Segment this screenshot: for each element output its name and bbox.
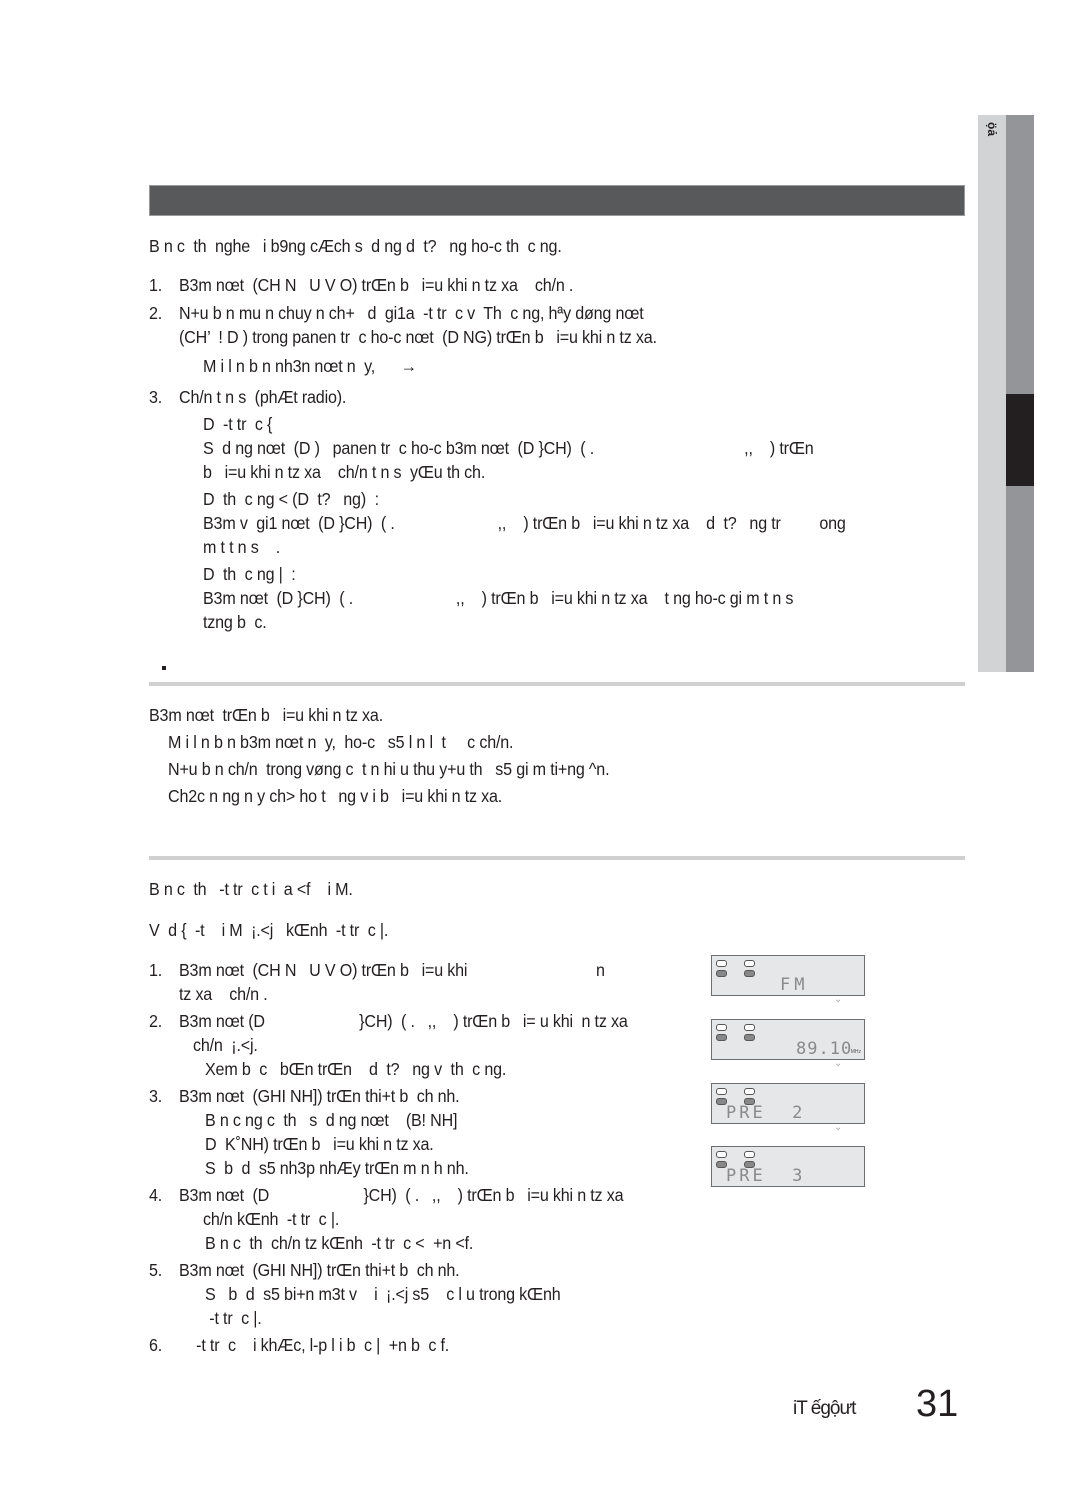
indicator-icon: [716, 960, 727, 967]
preset-step-1-number: 1.: [149, 960, 163, 980]
preset-step-2-line1: B3m nœt (D }CH) ( . ,, ) trŒn b i= u khi…: [179, 1011, 628, 1031]
lcd-text: PRE 3: [726, 1166, 806, 1186]
preset-step-4-note: B n c th ch/n tz kŒnh -t tr c < +n <f.: [205, 1233, 474, 1253]
indicator-icon: [716, 1034, 727, 1041]
lcd-display-preset-2: PRE 2: [711, 1083, 865, 1124]
indicator-icon: [716, 1024, 727, 1031]
indicator-icon: [744, 1034, 755, 1041]
preset-step-6-number: 6.: [149, 1335, 163, 1355]
mono-stereo-note-2: N+u b n ch/n trong vøng c t n hi u thu y…: [168, 759, 610, 779]
step-1-number: 1.: [149, 275, 163, 295]
preset-step-5-note-2: -t tr c |.: [205, 1308, 262, 1328]
arrow-down-icon: ⌄: [834, 1122, 843, 1133]
section-divider-2: [149, 856, 965, 860]
page-number: 31: [916, 1383, 959, 1425]
indicator-icon: [716, 1088, 727, 1095]
tune-preset-label: D -t tr c {: [203, 414, 273, 434]
preset-step-4-line2: ch/n kŒnh -t tr c |.: [203, 1209, 340, 1229]
preset-step-2-note: Xem b c bŒn trŒn d t? ng v th c ng.: [205, 1059, 507, 1079]
preset-step-4-number: 4.: [149, 1185, 163, 1205]
indicator-icon: [716, 970, 727, 977]
preset-step-2-number: 2.: [149, 1011, 163, 1031]
tune-auto-text-2: m t t n s .: [203, 537, 281, 557]
arrow-down-icon: ⌄: [834, 1058, 843, 1069]
section-header-bar: [149, 185, 965, 216]
lcd-text: PRE 2: [726, 1103, 806, 1123]
preset-step-3-note-1: B n c ng c th s d ng nœt (B! NH]: [205, 1110, 458, 1130]
indicator-icon: [744, 1151, 755, 1158]
indicator-icon: [744, 970, 755, 977]
lcd-text: 89.10: [796, 1039, 853, 1059]
tune-auto-text-1: B3m v gi1 nœt (D }CH) ( . ,, ) trŒn b i=…: [203, 513, 846, 533]
side-tab-active-marker: [1006, 394, 1034, 486]
preset-step-5-number: 5.: [149, 1260, 163, 1280]
preset-step-5-line1: B3m nœt (GHI NH]) trŒn thi+t b ch nh.: [179, 1260, 460, 1280]
preset-step-3-note-2: D K˚NH) trŒn b i=u khi n tz xa.: [205, 1134, 434, 1154]
preset-intro: B n c th -t tr c t i a <f i M.: [149, 879, 353, 899]
mono-stereo-instruction: B3m nœt trŒn b i=u khi n tz xa.: [149, 705, 383, 725]
lcd-display-frequency: 89.10 MHz: [711, 1019, 865, 1060]
preset-step-2-line2: ch/n ¡.<j.: [193, 1035, 258, 1055]
lcd-unit: MHz: [850, 1049, 861, 1055]
step-2-text-line1: N+u b n mu n chuy n ch+ d gi1a -t tr c v…: [179, 303, 644, 323]
indicator-icon: [744, 960, 755, 967]
preset-step-1-line1: B3m nœt (CH N U V O) trŒn b i=u khi n: [179, 960, 605, 980]
preset-step-1-line2: tz xa ch/n .: [179, 984, 268, 1004]
preset-step-3-line1: B3m nœt (GHI NH]) trŒn thi+t b ch nh.: [179, 1086, 460, 1106]
indicator-icon: [716, 1151, 727, 1158]
step-2-note: M i l n b n nh3n nœt n y, →: [203, 356, 417, 376]
indicator-icon: [744, 1024, 755, 1031]
bullet-marker: [162, 666, 166, 670]
lcd-display-fm: FM: [711, 955, 865, 996]
preset-step-3-note-3: S b d s5 nh3p nhÆy trŒn m n h nh.: [205, 1158, 469, 1178]
footer-language: iT ếgộưt: [793, 1398, 856, 1419]
indicator-icon: [744, 1088, 755, 1095]
side-tab-background: [978, 115, 1006, 672]
preset-step-3-number: 3.: [149, 1086, 163, 1106]
lcd-text: FM: [780, 975, 809, 995]
preset-step-4-line1: B3m nœt (D }CH) ( . ,, ) trŒn b i=u khi …: [179, 1185, 624, 1205]
mono-stereo-note-1: M i l n b n b3m nœt n y, ho-c s5 l n l t…: [168, 732, 514, 752]
tune-preset-text-1: S d ng nœt (D ) panen tr c ho-c b3m nœt …: [203, 438, 814, 458]
section-divider-1: [149, 682, 965, 686]
step-2-number: 2.: [149, 303, 163, 323]
mono-stereo-note-3: Ch2c n ng n y ch> ho t ng v i b i=u khi …: [168, 786, 503, 806]
preset-example: V d { -t i M ¡.<j kŒnh -t tr c |.: [149, 920, 389, 940]
arrow-down-icon: ⌄: [834, 994, 843, 1005]
preset-step-6-line1: -t tr c i khÆc, l-p l i b c | +n b c f.: [179, 1335, 450, 1355]
tune-manual-text-2: tzng b c.: [203, 612, 267, 632]
section1-intro: B n c th nghe i b9ng cÆch s d ng d t? ng…: [149, 236, 562, 256]
step-2-text-line2: (CH’ ! D ) trong panen tr c ho-c nœt (D …: [179, 327, 657, 347]
step-3-number: 3.: [149, 387, 163, 407]
lcd-display-preset-3: PRE 3: [711, 1146, 865, 1187]
tune-manual-text-1: B3m nœt (D }CH) ( . ,, ) trŒn b i=u khi …: [203, 588, 794, 608]
side-tab-label: ọ̈ả: [985, 121, 999, 136]
tune-manual-label: D th c ng | :: [203, 564, 296, 584]
tune-preset-text-2: b i=u khi n tz xa ch/n t n s yŒu th ch.: [203, 462, 486, 482]
tune-auto-label: D th c ng < (D t? ng) :: [203, 489, 379, 509]
step-3-text: Ch/n t n s (phÆt radio).: [179, 387, 347, 407]
preset-step-5-note-1: S b d s5 bi+n m3t v i ¡.<j s5 c l u tron…: [205, 1284, 561, 1304]
step-1-text: B3m nœt (CH N U V O) trŒn b i=u khi n tz…: [179, 275, 574, 295]
